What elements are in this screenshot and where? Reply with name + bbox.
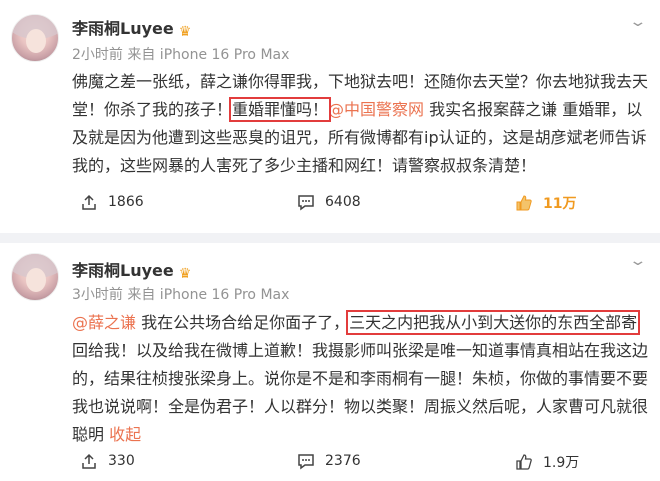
repost-button[interactable]: 1866 (80, 193, 144, 211)
repost-icon (82, 453, 96, 469)
comment-button[interactable]: 2376 (297, 452, 361, 470)
weibo-post: 李雨桐Luyee ♛ 3小时前 来自 iPhone 16 Pro Max ⌄ @薛… (0, 243, 660, 481)
repost-icon (82, 194, 96, 210)
mention-link[interactable]: @薛之谦 (72, 313, 136, 332)
thumbs-up-icon (516, 195, 532, 211)
highlight-box: 三天之内把我从小到大送你的东西全部寄 (346, 310, 641, 335)
thumbs-up-icon (516, 454, 532, 470)
crown-badge-icon: ♛ (178, 266, 192, 282)
collapse-link[interactable]: 收起 (109, 425, 141, 444)
post-meta: 2小时前 来自 iPhone 16 Pro Max (72, 47, 290, 63)
action-bar: 1866 6408 11万 (0, 193, 660, 217)
chevron-down-icon[interactable]: ⌄ (629, 253, 648, 269)
comment-icon (298, 454, 314, 470)
comment-button[interactable]: 6408 (297, 193, 361, 211)
author-name[interactable]: 李雨桐Luyee ♛ (72, 15, 197, 40)
post-text: @薛之谦 我在公共场合给足你面子了，三天之内把我从小到大送你的东西全部寄 回给我… (72, 310, 649, 444)
chevron-down-icon[interactable]: ⌄ (629, 14, 648, 30)
comment-icon (298, 195, 314, 211)
repost-button[interactable]: 330 (80, 452, 135, 470)
mention-link[interactable]: @中国警察网 (328, 100, 424, 119)
author-name[interactable]: 李雨桐Luyee ♛ (72, 257, 197, 282)
action-bar: 330 2376 1.9万 (0, 452, 660, 476)
avatar[interactable] (11, 14, 59, 62)
crown-badge-icon: ♛ (178, 24, 192, 40)
like-button[interactable]: 11万 (515, 193, 576, 213)
weibo-post: 李雨桐Luyee ♛ 2小时前 来自 iPhone 16 Pro Max ⌄ 佛魔… (0, 0, 660, 233)
post-text: 佛魔之差一张纸，薛之谦你得罪我，下地狱去吧！还随你去天堂？你去地狱我去天 堂！你… (72, 72, 649, 175)
post-separator (0, 233, 660, 243)
post-meta: 3小时前 来自 iPhone 16 Pro Max (72, 287, 290, 303)
highlight-box: 重婚罪懂吗！ (229, 97, 332, 122)
avatar[interactable] (11, 253, 59, 301)
like-button[interactable]: 1.9万 (515, 452, 579, 472)
